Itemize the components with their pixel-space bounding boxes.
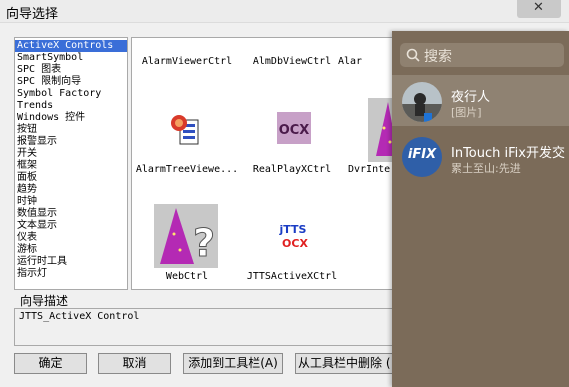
- wizard-icon: [368, 98, 394, 166]
- conversation-preview: 累土至山:先进: [451, 162, 521, 175]
- category-item[interactable]: 时钟: [15, 196, 127, 208]
- ifix-logo-text: iFIX: [407, 147, 437, 162]
- control-item-realplayxctrl[interactable]: RealPlayXCtrl: [232, 164, 352, 175]
- conversation-preview: [图片]: [451, 106, 482, 119]
- control-label: RealPlayXCtrl: [252, 164, 332, 175]
- control-item-alarmtreeviewer[interactable]: AlarmTreeViewe...: [132, 164, 247, 175]
- description-label: 向导描述: [20, 294, 69, 308]
- ok-button[interactable]: 确定: [14, 353, 87, 374]
- category-item[interactable]: 运行时工具: [15, 256, 127, 268]
- conversation-name: InTouch iFix开发交: [451, 146, 565, 161]
- chat-panel: 搜索 夜行人 [图片] iFIX InTouch iFix开发交 累土至山:先进: [392, 31, 569, 387]
- search-input[interactable]: 搜索: [400, 43, 564, 67]
- ocx-icon: OCX: [277, 112, 311, 148]
- group-avatar[interactable]: iFIX: [402, 137, 442, 177]
- control-item-dvrinte[interactable]: DvrInte: [348, 164, 394, 175]
- search-icon: [406, 48, 420, 62]
- close-icon: ✕: [533, 0, 544, 15]
- window-title: 向导选择: [6, 7, 59, 22]
- category-item[interactable]: ActiveX Controls: [15, 40, 127, 52]
- control-label: AlarmViewerCtrl: [141, 56, 233, 67]
- control-label: Alar: [338, 56, 363, 67]
- category-item[interactable]: 按钮: [15, 124, 127, 136]
- category-list[interactable]: ActiveX Controls SmartSymbol SPC 图表 SPC 限制向…: [14, 37, 128, 290]
- conversation-name: 夜行人: [451, 90, 491, 105]
- category-item[interactable]: 指示灯: [15, 268, 127, 280]
- title-bar: 向导选择 ✕: [0, 0, 569, 23]
- ocx-icon-text: OCX: [279, 123, 310, 138]
- category-item[interactable]: 仪表: [15, 232, 127, 244]
- description-box: JTTS_ActiveX Control: [14, 308, 394, 346]
- category-item[interactable]: 游标: [15, 244, 127, 256]
- category-item[interactable]: Symbol Factory: [15, 88, 127, 100]
- description-text: JTTS_ActiveX Control: [19, 311, 140, 322]
- close-button[interactable]: ✕: [517, 0, 561, 18]
- control-item-webctrl[interactable]: WebCtrl: [132, 271, 247, 282]
- category-item[interactable]: 趋势: [15, 184, 127, 196]
- ocx-icon-text: OCX: [282, 237, 308, 250]
- category-item[interactable]: 报警显示: [15, 136, 127, 148]
- category-item[interactable]: 数值显示: [15, 208, 127, 220]
- control-label: AlarmTreeViewe...: [135, 164, 239, 175]
- category-item[interactable]: 面板: [15, 172, 127, 184]
- category-item[interactable]: SmartSymbol: [15, 52, 127, 64]
- category-item[interactable]: Windows 控件: [15, 112, 127, 124]
- avatar[interactable]: [402, 82, 442, 122]
- category-item[interactable]: SPC 限制向导: [15, 76, 127, 88]
- activex-control-icon: [170, 112, 204, 152]
- svg-text:?: ?: [193, 221, 215, 265]
- control-label: DvrInte: [348, 164, 391, 175]
- control-item-jttsactivexctrl[interactable]: JTTSActiveXCtrl: [232, 271, 352, 282]
- jtts-icon-text: jTTS: [279, 223, 307, 236]
- control-item-alarmviewerctrl[interactable]: AlarmViewerCtrl: [132, 56, 247, 67]
- remove-from-toolbar-button[interactable]: 从工具栏中删除 (: [295, 353, 395, 374]
- control-item-alar[interactable]: Alar: [332, 56, 394, 67]
- control-label: JTTSActiveXCtrl: [246, 271, 338, 282]
- category-item[interactable]: 开关: [15, 148, 127, 160]
- search-placeholder: 搜索: [424, 49, 452, 65]
- category-item[interactable]: 框架: [15, 160, 127, 172]
- control-grid[interactable]: AlarmViewerCtrl AlmDbViewCtrl Alar Alarm…: [131, 37, 395, 290]
- cancel-button[interactable]: 取消: [98, 353, 171, 374]
- control-label: WebCtrl: [165, 271, 209, 282]
- jtts-ocx-icon: jTTS OCX: [276, 219, 310, 257]
- category-item[interactable]: SPC 图表: [15, 64, 127, 76]
- category-item[interactable]: Trends: [15, 100, 127, 112]
- add-to-toolbar-button[interactable]: 添加到工具栏(A): [183, 353, 283, 374]
- category-item[interactable]: 文本显示: [15, 220, 127, 232]
- wizard-help-icon: ?: [154, 204, 218, 272]
